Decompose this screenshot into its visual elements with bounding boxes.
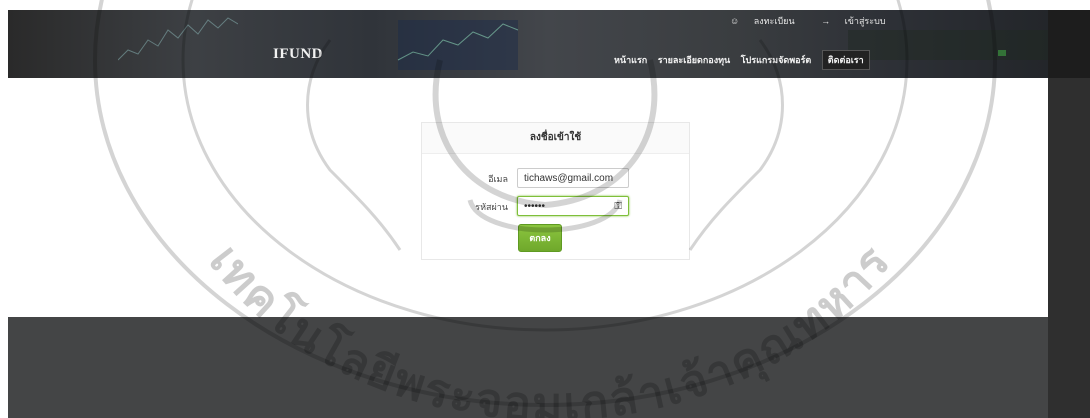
login-panel: ลงชื่อเข้าใช้ อีเมล tichaws@gmail.com รห… [421,122,690,260]
top-links: ☺ ลงทะเบียน → เข้าสู่ระบบ [730,14,910,28]
main-nav: หน้าแรก รายละเอียดกองทุน โปรแกรมจัดพอร์ต… [614,50,878,70]
email-label: อีเมล [488,174,508,184]
nav-portfolio-program[interactable]: โปรแกรมจัดพอร์ต [741,53,812,67]
user-icon: ☺ [730,16,740,26]
chart-decor-left [118,17,238,61]
site-footer [8,317,1048,418]
password-row: รหัสผ่าน •••••• ⚿ [422,196,689,218]
register-label: ลงทะเบียน [753,16,795,26]
login-link[interactable]: → เข้าสู่ระบบ [821,16,897,26]
email-row: อีเมล tichaws@gmail.com [422,168,689,190]
login-icon: → [821,16,831,26]
password-label: รหัสผ่าน [475,202,508,212]
key-icon[interactable]: ⚿ [614,197,622,217]
login-title: ลงชื่อเข้าใช้ [422,123,689,154]
nav-contact[interactable]: ติดต่อเรา [821,50,870,70]
password-value: •••••• [524,201,546,212]
nav-fund-details[interactable]: รายละเอียดกองทุน [658,53,730,67]
login-label: เข้าสู่ระบบ [844,16,886,26]
nav-home[interactable]: หน้าแรก [614,53,647,67]
register-link[interactable]: ☺ ลงทะเบียน [730,16,809,26]
password-field[interactable]: •••••• ⚿ [517,196,629,216]
submit-button[interactable]: ตกลง [518,224,562,252]
email-field[interactable]: tichaws@gmail.com [517,168,629,188]
brand-logo[interactable]: IFUND [273,46,323,63]
chart-decor-mid [397,20,519,70]
right-gutter [1048,10,1090,418]
page: IFUND ☺ ลงทะเบียน → เข้าสู่ระบบ หน้าแรก … [8,10,1048,418]
site-header: IFUND ☺ ลงทะเบียน → เข้าสู่ระบบ หน้าแรก … [8,10,1048,78]
